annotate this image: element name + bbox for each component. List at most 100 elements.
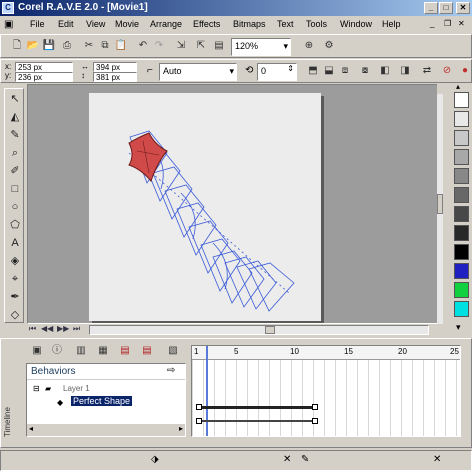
tree-hscroll[interactable]: ◂ ▸ — [27, 424, 185, 436]
menu-window[interactable]: Window — [340, 19, 372, 29]
app-icon[interactable]: C — [2, 2, 14, 14]
keyframe-start-2[interactable] — [196, 418, 202, 424]
timeline-layer-icon[interactable]: ▦ — [95, 343, 111, 359]
doc-close-icon[interactable]: ✕ — [458, 19, 465, 28]
perfect-shape[interactable] — [128, 132, 168, 183]
outline-tool-icon[interactable]: ✒ — [7, 289, 23, 305]
height-field[interactable]: 381 px — [93, 72, 137, 82]
ellipse-tool-icon[interactable]: ○ — [7, 199, 23, 215]
menu-help[interactable]: Help — [382, 19, 401, 29]
doc-restore-icon[interactable]: ❐ — [444, 19, 451, 28]
palette-swatch[interactable] — [454, 263, 469, 279]
preview-icon[interactable]: ▤ — [211, 38, 227, 54]
import-icon[interactable]: ⇲ — [173, 38, 189, 54]
ungroup-icon[interactable]: ⧇ — [357, 63, 373, 79]
stop-icon[interactable]: ● — [457, 63, 472, 79]
palette-down-icon[interactable]: ▾ — [456, 322, 461, 333]
no-outline-icon[interactable]: ✕ — [433, 454, 441, 465]
palette-up-icon[interactable]: ▴ — [456, 82, 460, 91]
options-icon[interactable]: ⚙ — [321, 38, 337, 54]
doc-minimize-icon[interactable]: _ — [430, 19, 434, 28]
menu-edit[interactable]: Edit — [58, 19, 74, 29]
timeline-settings-icon[interactable]: ▧ — [165, 343, 181, 359]
text-tool-icon[interactable]: A — [7, 235, 23, 251]
selected-object-label[interactable]: Perfect Shape — [71, 396, 133, 406]
menu-tools[interactable]: Tools — [306, 19, 327, 29]
width-field[interactable]: 394 px — [93, 62, 137, 72]
layer-name[interactable]: Layer 1 — [63, 384, 90, 393]
collapse-icon[interactable]: ⊟ — [33, 384, 40, 393]
object-frame-span[interactable] — [196, 406, 316, 409]
export-icon[interactable]: ⇱ — [193, 38, 209, 54]
palette-swatch[interactable] — [454, 301, 469, 317]
save-icon[interactable]: 💾 — [41, 38, 57, 54]
open-icon[interactable]: 📂 — [25, 38, 41, 54]
h-scroll-thumb[interactable] — [265, 326, 275, 334]
menu-view[interactable]: View — [86, 19, 105, 29]
eyedropper-tool-icon[interactable]: ⌖ — [7, 271, 23, 287]
timeline-info-icon[interactable]: ⓘ — [49, 343, 65, 359]
menu-arrange[interactable]: Arrange — [150, 19, 182, 29]
palette-swatch[interactable] — [454, 225, 469, 241]
fill-tool-icon[interactable]: ◇ — [7, 307, 23, 323]
timeline-film-icon[interactable]: ▥ — [73, 343, 89, 359]
break-apart-icon[interactable]: ◨ — [397, 63, 413, 79]
no-entry-icon[interactable]: ⊘ — [439, 63, 455, 79]
no-fill-icon[interactable]: ✕ — [283, 454, 291, 465]
timeline-pick-icon[interactable]: ▣ — [29, 343, 45, 359]
interactive-tool-icon[interactable]: ◈ — [7, 253, 23, 269]
shape-tool-icon[interactable]: ◭ — [7, 109, 23, 125]
group-icon[interactable]: ⧈ — [337, 63, 353, 79]
print-icon[interactable]: ⎙ — [59, 38, 75, 54]
freehand-tool-icon[interactable]: ✐ — [7, 163, 23, 179]
drawing-canvas[interactable] — [27, 84, 443, 324]
keyframe-end[interactable] — [312, 404, 318, 410]
scroll-left-icon[interactable]: ◂ — [29, 424, 33, 433]
angle-field[interactable]: 0 ⇕ — [257, 63, 297, 81]
palette-swatch[interactable] — [454, 92, 469, 108]
polygon-tool-icon[interactable]: ⬠ — [7, 217, 23, 233]
keyframe-end-2[interactable] — [312, 418, 318, 424]
minimize-button[interactable]: _ — [424, 2, 438, 14]
fill-status-icon[interactable]: ⬗ — [151, 454, 159, 465]
palette-swatch[interactable] — [454, 244, 469, 260]
palette-swatch[interactable] — [454, 168, 469, 184]
palette-swatch[interactable] — [454, 149, 469, 165]
timeline-delete-icon[interactable]: ▤ — [139, 343, 155, 359]
last-page-icon[interactable]: ⏭ — [73, 324, 80, 334]
zoom-tool-icon[interactable]: ⌕ — [7, 145, 23, 161]
arrange-front-icon[interactable]: ⬒ — [305, 63, 321, 79]
y-position-field[interactable]: 236 px — [15, 72, 73, 82]
cut-icon[interactable]: ✂ — [81, 38, 97, 54]
pick-tool-icon[interactable]: ↖ — [7, 91, 23, 107]
copy-icon[interactable]: ⧉ — [97, 38, 113, 54]
maximize-button[interactable]: □ — [439, 2, 453, 14]
tween-span[interactable] — [196, 420, 316, 422]
prev-page-icon[interactable]: ◀◀ — [41, 324, 53, 333]
blend-shapes[interactable] — [89, 93, 321, 321]
palette-swatch[interactable] — [454, 187, 469, 203]
menu-text[interactable]: Text — [277, 19, 294, 29]
palette-swatch[interactable] — [454, 206, 469, 222]
drawing-page[interactable] — [89, 93, 321, 321]
menu-file[interactable]: File — [30, 19, 45, 29]
document-menu-icon[interactable]: ▣ — [4, 19, 13, 30]
rectangle-tool-icon[interactable]: □ — [7, 181, 23, 197]
pen-status-icon[interactable]: ✎ — [301, 454, 309, 465]
zoom-dropdown[interactable]: 120% ▾ — [231, 38, 291, 56]
menu-movie[interactable]: Movie — [115, 19, 139, 29]
undo-icon[interactable]: ↶ — [135, 38, 151, 54]
menu-effects[interactable]: Effects — [193, 19, 220, 29]
knife-tool-icon[interactable]: ✎ — [7, 127, 23, 143]
arrange-back-icon[interactable]: ⬓ — [321, 63, 337, 79]
close-button[interactable]: ✕ — [456, 2, 470, 14]
vertical-scrollbar[interactable] — [437, 84, 443, 324]
palette-swatch[interactable] — [454, 282, 469, 298]
next-page-icon[interactable]: ▶▶ — [57, 324, 69, 333]
timeline-tab[interactable]: Timeline — [3, 357, 13, 437]
scroll-thumb[interactable] — [437, 194, 443, 214]
palette-swatch[interactable] — [454, 111, 469, 127]
x-position-field[interactable]: 253 px — [15, 62, 73, 72]
scroll-right-icon[interactable]: ▸ — [179, 424, 183, 433]
spinner-icon[interactable]: ⇕ — [287, 64, 294, 73]
